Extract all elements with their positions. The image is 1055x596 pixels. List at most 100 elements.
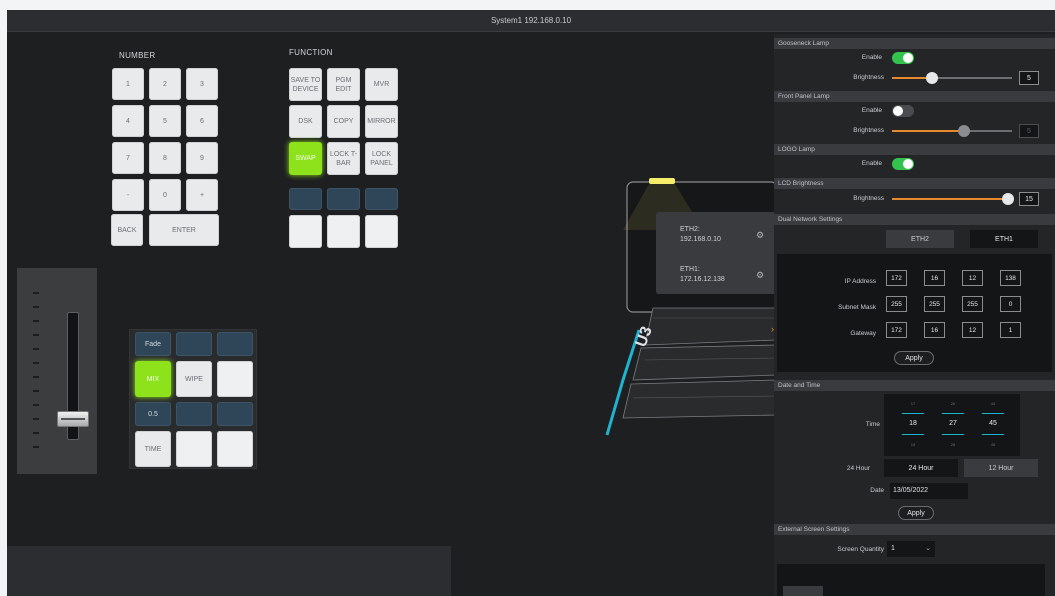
function-slot-2[interactable] (327, 188, 360, 210)
gateway-field[interactable]: 16 (924, 322, 945, 338)
transition-slot-3[interactable] (176, 402, 212, 426)
front-panel-brightness-value[interactable]: 5 (1019, 124, 1039, 138)
function-slot-1[interactable] (289, 188, 322, 210)
wipe-button[interactable]: WIPE (176, 361, 212, 397)
app-window: System1 192.168.0.10 NUMBER 1 2 3 4 5 6 7 8 9-0 +… (7, 10, 1055, 596)
hour-prev: 17 (910, 401, 916, 406)
format-12-hour[interactable]: 12 Hour (964, 459, 1038, 477)
minute-value[interactable]: 27 (942, 420, 964, 427)
transition-slot-4[interactable] (217, 402, 253, 426)
mix-button[interactable]: MIX (135, 361, 171, 397)
numpad-key[interactable]: 1 (112, 68, 144, 100)
settings-icon[interactable]: ⚙ (756, 230, 764, 241)
screen-quantity-select[interactable]: 1 ⌄ (887, 541, 935, 557)
logo-enable-toggle[interactable] (892, 158, 914, 170)
transition-slot-1[interactable] (176, 332, 212, 356)
settings-icon[interactable]: ⚙ (756, 270, 764, 281)
chevron-down-icon: ⌄ (925, 545, 931, 552)
gooseneck-brightness-slider[interactable] (892, 72, 1012, 84)
gooseneck-enable-toggle[interactable] (892, 52, 914, 64)
minute-prev: 26 (950, 401, 956, 406)
transition-panel: Fade MIX WIPE 0.5 TIME (129, 329, 257, 469)
subnet-mask-field[interactable]: 255 (886, 296, 907, 312)
front-panel-brightness-label: Brightness (853, 127, 884, 134)
rate-value[interactable]: 0.5 (135, 402, 171, 426)
title-bar: System1 192.168.0.10 (7, 10, 1055, 32)
save-to-device-button[interactable]: SAVE TO DEVICE (289, 68, 322, 101)
hour-value[interactable]: 18 (902, 420, 924, 427)
screen-thumb[interactable] (783, 586, 823, 596)
time-button[interactable]: TIME (135, 431, 171, 467)
transition-blank-3[interactable] (217, 431, 253, 467)
numpad-key[interactable]: 6 (186, 105, 218, 137)
lcd-brightness-value[interactable]: 15 (1019, 192, 1039, 206)
subnet-mask-field[interactable]: 0 (1000, 296, 1021, 312)
lock-tbar-button[interactable]: LOCK T-BAR (327, 142, 360, 175)
subnet-mask-field[interactable]: 255 (924, 296, 945, 312)
second-value[interactable]: 45 (982, 420, 1004, 427)
tbar-handle[interactable] (57, 410, 89, 427)
device-illustration: U3 › (605, 178, 777, 436)
copy-button[interactable]: COPY (327, 105, 360, 138)
screen-preview-area (777, 564, 1045, 596)
gooseneck-light (649, 178, 675, 184)
numpad-key[interactable]: 7 (112, 142, 144, 174)
mvr-button[interactable]: MVR (365, 68, 398, 101)
ip-address-field[interactable]: 172 (886, 270, 907, 286)
second-prev: 44 (990, 401, 996, 406)
back-button[interactable]: BACK (111, 214, 143, 246)
fade-button[interactable]: Fade (135, 332, 171, 356)
network-apply-button[interactable]: Apply (894, 351, 934, 365)
transition-blank-1[interactable] (217, 361, 253, 397)
numpad-key[interactable]: 2 (149, 68, 181, 100)
gateway-field[interactable]: 1 (1000, 322, 1021, 338)
numpad-key[interactable]: 3 (186, 68, 218, 100)
numpad-key[interactable]: 9 (186, 142, 218, 174)
gooseneck-brightness-value[interactable]: 5 (1019, 71, 1039, 85)
pgm-edit-button[interactable]: PGM EDIT (327, 68, 360, 101)
eth1-ip: 172.16.12.138 (680, 276, 725, 283)
dsk-button[interactable]: DSK (289, 105, 322, 138)
lock-panel-button[interactable]: LOCK PANEL (365, 142, 398, 175)
lcd-brightness-slider[interactable] (892, 193, 1014, 205)
transition-blank-2[interactable] (176, 431, 212, 467)
number-label: NUMBER (119, 51, 156, 60)
date-input[interactable]: 13/05/2022 (890, 483, 968, 499)
function-blank-1[interactable] (289, 215, 322, 248)
subnet-mask-field[interactable]: 255 (962, 296, 983, 312)
front-panel-enable-toggle[interactable] (892, 105, 914, 117)
enter-button[interactable]: ENTER (149, 214, 219, 246)
function-slot-3[interactable] (365, 188, 398, 210)
numpad-key[interactable]: 0 (149, 179, 181, 211)
lcd-brightness-header: LCD Brightness (774, 178, 1055, 189)
tbar-panel (17, 268, 97, 474)
numpad-key[interactable]: + (186, 179, 218, 211)
gateway-field[interactable]: 12 (962, 322, 983, 338)
gateway-field[interactable]: 172 (886, 322, 907, 338)
function-blank-2[interactable] (327, 215, 360, 248)
eth2-label: ETH2: (680, 226, 700, 233)
time-format-label: 24 Hour (846, 465, 870, 472)
function-blank-3[interactable] (365, 215, 398, 248)
front-panel-brightness-slider[interactable] (892, 125, 1012, 137)
numpad-key[interactable]: 4 (112, 105, 144, 137)
transition-slot-2[interactable] (217, 332, 253, 356)
ip-address-field[interactable]: 16 (924, 270, 945, 286)
mirror-button[interactable]: MIRROR (365, 105, 398, 138)
gooseneck-header: Gooseneck Lamp (774, 38, 1055, 49)
swap-button[interactable]: SWAP (289, 142, 322, 175)
eth2-ip: 192.168.0.10 (680, 236, 721, 243)
tab-eth1[interactable]: ETH1 (970, 230, 1038, 248)
numpad-key[interactable]: - (112, 179, 144, 211)
datetime-apply-button[interactable]: Apply (898, 506, 934, 520)
function-label: FUNCTION (289, 48, 333, 57)
tab-eth2[interactable]: ETH2 (886, 230, 954, 248)
numpad-key[interactable]: 5 (149, 105, 181, 137)
format-24-hour[interactable]: 24 Hour (884, 459, 958, 477)
lcd-brightness-label: Brightness (853, 195, 884, 202)
ip-address-field[interactable]: 12 (962, 270, 983, 286)
external-screen-header: External Screen Settings (774, 524, 1055, 535)
front-panel-header: Front Panel Lamp (774, 91, 1055, 102)
numpad-key[interactable]: 8 (149, 142, 181, 174)
ip-address-field[interactable]: 138 (1000, 270, 1021, 286)
